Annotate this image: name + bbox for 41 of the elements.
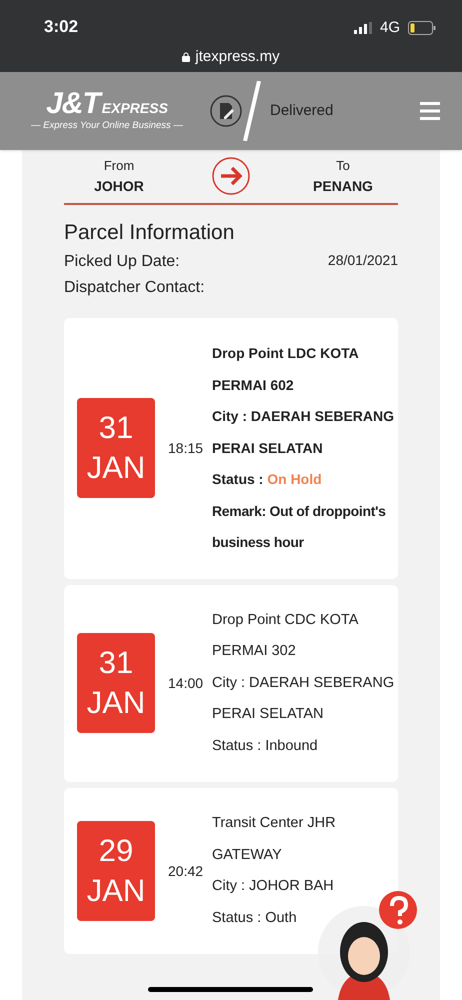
date-day: 31 (98, 408, 134, 448)
event-city: City : DAERAH SEBERANG PERAI SELATAN (212, 674, 396, 724)
tagline: — Express Your Online Business — (31, 118, 183, 133)
from-state: JOHOR (94, 176, 144, 196)
logo-word: EXPRESS (102, 100, 168, 118)
network-type: 4G (380, 18, 400, 38)
date-month: JAN (86, 449, 146, 488)
event-location: Drop Point LDC KOTA PERMAI 602 (212, 344, 360, 394)
event-status: Status : Inbound (212, 736, 319, 756)
event-time: 20:42 (168, 862, 204, 880)
to-state: PENANG (313, 176, 373, 196)
event-status: Status : On Hold (212, 470, 323, 489)
date-day: 29 (98, 831, 134, 871)
url-text: jtexpress.my (195, 47, 280, 67)
signal-icon (354, 22, 372, 34)
date-month: JAN (86, 872, 146, 910)
clock-time: 3:02 (44, 16, 78, 38)
dispatcher-label: Dispatcher Contact: (64, 278, 206, 298)
arrow-right-icon (212, 157, 250, 196)
logo: J&T (46, 88, 100, 119)
section-title: Parcel Information (64, 220, 236, 246)
event-location: Transit Center JHR GATEWAY (212, 814, 337, 864)
lock-icon (182, 52, 190, 62)
picked-up-date: 28/01/2021 (328, 251, 398, 270)
step-label: Delivered (270, 100, 334, 121)
battery-icon (408, 21, 436, 36)
event-time: 14:00 (168, 674, 204, 693)
date-day: 31 (98, 643, 134, 684)
slash-line (243, 81, 261, 141)
document-icon (210, 95, 242, 127)
event-time: 18:15 (168, 438, 204, 458)
event-city: City : DAERAH SEBERANG PERAI SELATAN (212, 407, 396, 458)
event-status: Status : Outh (212, 908, 298, 928)
menu-icon[interactable] (420, 102, 440, 120)
event-remark: Remark: Out of droppoint's business hour (212, 502, 387, 552)
picked-up-label: Picked Up Date: (64, 252, 180, 272)
event-location: Drop Point CDC KOTA PERMAI 302 (212, 610, 360, 661)
to-label: To (336, 157, 350, 175)
date-month: JAN (86, 684, 146, 722)
from-label: From (104, 157, 134, 175)
event-city: City : JOHOR BAH (212, 877, 335, 896)
